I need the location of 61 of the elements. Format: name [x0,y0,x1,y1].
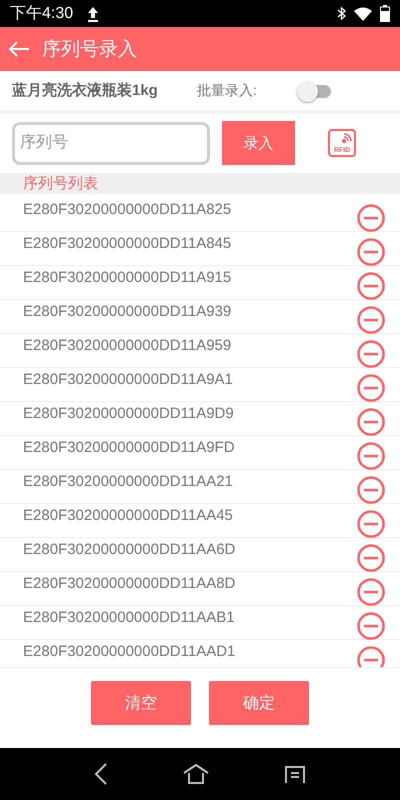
serial-number: E280F30200000000DD11AA8D [23,574,236,592]
screen-title: 序列号录入 [42,38,137,62]
minus-circle-icon [357,204,385,232]
serial-input-field[interactable]: 序列号 [12,122,210,164]
confirm-button[interactable]: 确定 [209,681,309,725]
remove-button[interactable] [357,544,385,572]
serial-number: E280F30200000000DD11AAB1 [23,608,236,626]
product-name: 蓝月亮洗衣液瓶装1kg [12,81,159,100]
list-heading: 序列号列表 [0,173,400,194]
minus-circle-icon [357,476,385,504]
minus-circle-icon [357,442,385,470]
minus-circle-icon [357,544,385,572]
remove-button[interactable] [357,374,385,402]
remove-button[interactable] [357,442,385,470]
serial-number: E280F30200000000DD11A825 [23,200,232,218]
enter-button[interactable]: 录入 [222,121,295,165]
remove-button[interactable] [357,578,385,606]
remove-button[interactable] [357,340,385,368]
back-nav-icon[interactable] [94,763,108,785]
bluetooth-icon [337,6,346,21]
serial-number: E280F30200000000DD11A959 [23,336,232,354]
remove-button[interactable] [357,612,385,640]
back-button[interactable] [8,40,30,58]
clear-button[interactable]: 清空 [91,681,191,725]
serial-number: E280F30200000000DD11A915 [23,268,232,286]
remove-button[interactable] [357,408,385,436]
serial-number: E280F30200000000DD11AAD1 [23,642,236,660]
serial-number: E280F30200000000DD11A845 [23,234,232,252]
back-arrow-icon [8,40,30,58]
serial-number: E280F30200000000DD11AA21 [23,472,234,490]
status-time: 下午4:30 [10,4,74,24]
serial-number: E280F30200000000DD11A9D9 [23,404,235,422]
batch-entry-label: 批量录入: [197,82,257,100]
home-icon[interactable] [183,763,209,785]
upload-icon [87,6,100,22]
remove-button[interactable] [357,306,385,334]
serial-number: E280F30200000000DD11A9FD [23,438,236,456]
minus-circle-icon [357,408,385,436]
minus-circle-icon [357,510,385,538]
minus-circle-icon [357,238,385,266]
minus-circle-icon [357,272,385,300]
minus-circle-icon [357,612,385,640]
minus-circle-icon [357,340,385,368]
serial-number: E280F30200000000DD11A9A1 [23,370,234,388]
batch-entry-switch[interactable] [296,78,333,102]
serial-number: E280F30200000000DD11AA6D [23,540,236,558]
remove-button[interactable] [357,476,385,504]
minus-circle-icon [357,578,385,606]
battery-icon [380,5,390,22]
wifi-icon [354,6,372,20]
remove-button[interactable] [357,272,385,300]
serial-number: E280F30200000000DD11AA45 [23,506,234,524]
signal-waves-icon [339,132,353,146]
remove-button[interactable] [357,646,385,667]
remove-button[interactable] [357,238,385,266]
serial-number: E280F30200000000DD11A939 [23,302,232,320]
remove-button[interactable] [357,204,385,232]
remove-button[interactable] [357,510,385,538]
minus-circle-icon [357,306,385,334]
minus-circle-icon [357,374,385,402]
recent-apps-icon[interactable] [284,765,306,783]
